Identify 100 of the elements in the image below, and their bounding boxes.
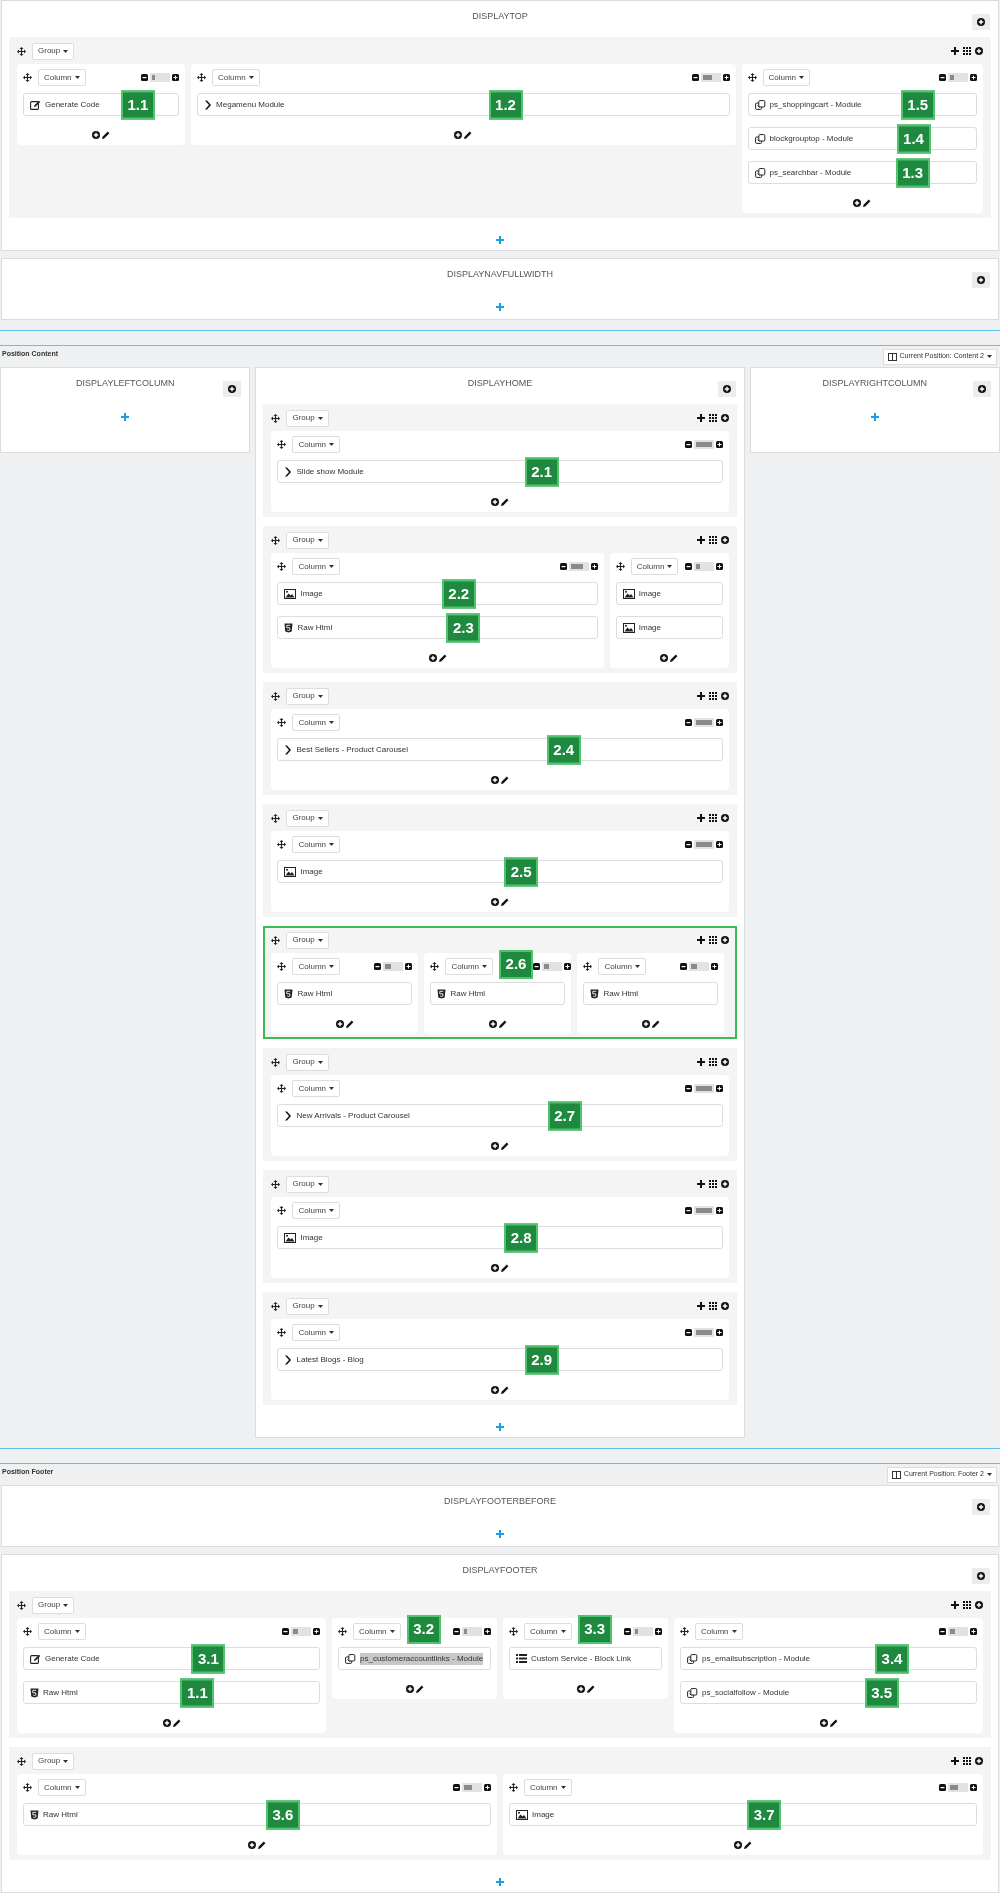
hook-action-button[interactable]	[972, 272, 990, 288]
column-dropdown[interactable]: Column	[292, 1080, 341, 1097]
module-item[interactable]: Raw Html 2.3	[277, 616, 598, 639]
hook-action-button[interactable]	[972, 14, 990, 30]
module-item[interactable]: Image 2.8	[277, 1226, 723, 1249]
column-dropdown[interactable]: Column	[38, 1779, 86, 1796]
module-item[interactable]: Generate Code 1.1	[23, 93, 180, 116]
copy-icon	[754, 133, 766, 144]
module-item[interactable]: Image 3.7	[509, 1803, 977, 1826]
module-item[interactable]: Raw Html	[277, 982, 413, 1005]
move-icon	[197, 73, 207, 82]
module-item[interactable]: Custom Service - Block Link	[509, 1647, 662, 1670]
caret-icon	[987, 355, 992, 358]
module-item[interactable]: Image	[615, 582, 723, 605]
hook-action-button[interactable]	[972, 1568, 990, 1584]
column-dropdown[interactable]: Column	[292, 1324, 341, 1341]
circle-plus-icon	[977, 276, 985, 284]
group-dropdown[interactable]: Group	[286, 1175, 329, 1193]
module-item[interactable]: ps_searchbar - Module 1.3	[747, 161, 977, 184]
hook-action-button[interactable]	[223, 381, 242, 397]
module-item[interactable]: Image 2.2	[277, 582, 598, 605]
column-dropdown[interactable]: Column	[292, 1202, 341, 1219]
module-item[interactable]: ps_shoppingcart - Module 1.5	[747, 93, 977, 116]
circle-plus-icon	[660, 654, 669, 662]
column-dropdown[interactable]: Column	[762, 69, 811, 86]
grid-icon	[708, 692, 717, 700]
column-dropdown[interactable]: Column	[292, 714, 341, 731]
group-dropdown[interactable]: Group	[286, 531, 329, 549]
column-dropdown[interactable]: Column	[292, 836, 341, 853]
module-item[interactable]: New Arrivals - Product Carousel 2.7	[277, 1104, 723, 1127]
circle-plus-icon	[248, 1841, 256, 1849]
group-dropdown[interactable]: Group	[286, 809, 329, 827]
module-item[interactable]: blockgrouptop - Module 1.4	[747, 127, 977, 150]
move-icon	[271, 535, 281, 545]
group-dropdown[interactable]: Group	[286, 409, 329, 427]
add-button[interactable]	[869, 412, 880, 422]
column-dropdown[interactable]: Column	[445, 958, 494, 975]
module-item[interactable]: Raw Html	[430, 982, 566, 1005]
column-dropdown[interactable]: Column	[524, 1623, 572, 1640]
module-item[interactable]: ps_customeraccountlinks - Module	[338, 1647, 491, 1670]
shield-icon	[30, 1687, 39, 1698]
plus-icon	[696, 1180, 705, 1188]
hook-action-button[interactable]	[972, 1499, 990, 1515]
group-dropdown[interactable]: Group	[32, 1596, 75, 1614]
copy-icon	[687, 1687, 698, 1698]
module-item[interactable]: Latest Blogs - Blog 2.9	[277, 1348, 723, 1371]
circle-plus-icon	[491, 776, 499, 784]
module-item[interactable]: Image 2.5	[277, 860, 723, 883]
group-dropdown[interactable]: Group	[286, 1297, 329, 1315]
pencil-icon	[651, 1020, 660, 1028]
column-dropdown[interactable]: Column	[292, 436, 341, 453]
shield-icon	[284, 622, 294, 633]
add-button[interactable]	[495, 1422, 505, 1432]
callout-badge: 3.6	[265, 1800, 300, 1829]
group-dropdown[interactable]: Group	[32, 42, 75, 60]
module-item[interactable]: Raw Html 1.1	[23, 1681, 320, 1704]
group-dropdown[interactable]: Group	[286, 931, 329, 949]
move-icon	[271, 413, 281, 423]
module-item[interactable]: ps_socialfollow - Module 3.5	[680, 1681, 977, 1704]
column-dropdown[interactable]: Column	[292, 958, 341, 975]
pencil-icon	[258, 1841, 266, 1849]
module-item[interactable]: Slide show Module 2.1	[277, 460, 723, 483]
plus-icon	[496, 1530, 504, 1538]
column-dropdown[interactable]: Column	[353, 1623, 401, 1640]
column-dropdown[interactable]: Column	[212, 69, 260, 86]
column-dropdown[interactable]: Column	[695, 1623, 743, 1640]
circle-plus-icon	[819, 1719, 828, 1727]
module-item[interactable]: Megamenu Module 1.2	[197, 93, 730, 116]
caret-icon	[63, 1603, 69, 1607]
hook-action-button[interactable]	[973, 381, 991, 397]
circle-plus-icon	[975, 1601, 983, 1609]
column-dropdown[interactable]: Column	[630, 558, 679, 575]
caret-icon	[560, 1630, 566, 1633]
add-button[interactable]	[495, 302, 505, 312]
add-button[interactable]	[495, 235, 505, 245]
column-dropdown[interactable]: Column	[38, 1623, 86, 1640]
edit-icon	[30, 99, 41, 110]
callout-badge: 1.3	[895, 158, 930, 187]
hook-action-button[interactable]	[717, 381, 736, 397]
module-item[interactable]: Raw Html	[583, 982, 719, 1005]
pencil-icon	[498, 1020, 507, 1028]
add-button[interactable]	[120, 412, 131, 422]
group-dropdown[interactable]: Group	[286, 1053, 329, 1071]
add-button[interactable]	[495, 1877, 505, 1887]
module-label: ps_socialfollow - Module	[702, 1686, 790, 1699]
group-dropdown[interactable]: Group	[32, 1752, 75, 1770]
module-item[interactable]: ps_emailsubscription - Module 3.4	[680, 1647, 977, 1670]
module-label: Slide show Module	[296, 465, 364, 478]
module-item[interactable]: Image	[615, 616, 723, 639]
add-button[interactable]	[495, 1529, 505, 1539]
group-dropdown[interactable]: Group	[286, 687, 329, 705]
move-icon	[277, 718, 287, 727]
module-item[interactable]: Raw Html 3.6	[23, 1803, 491, 1826]
module-item[interactable]: Best Sellers - Product Carousel 2.4	[277, 738, 723, 761]
column-dropdown[interactable]: Column	[38, 69, 86, 86]
circle-plus-icon	[720, 692, 729, 700]
column-dropdown[interactable]: Column	[598, 958, 647, 975]
column-dropdown[interactable]: Column	[292, 558, 341, 575]
column-dropdown[interactable]: Column	[524, 1779, 572, 1796]
module-item[interactable]: Generate Code 3.1	[23, 1647, 320, 1670]
